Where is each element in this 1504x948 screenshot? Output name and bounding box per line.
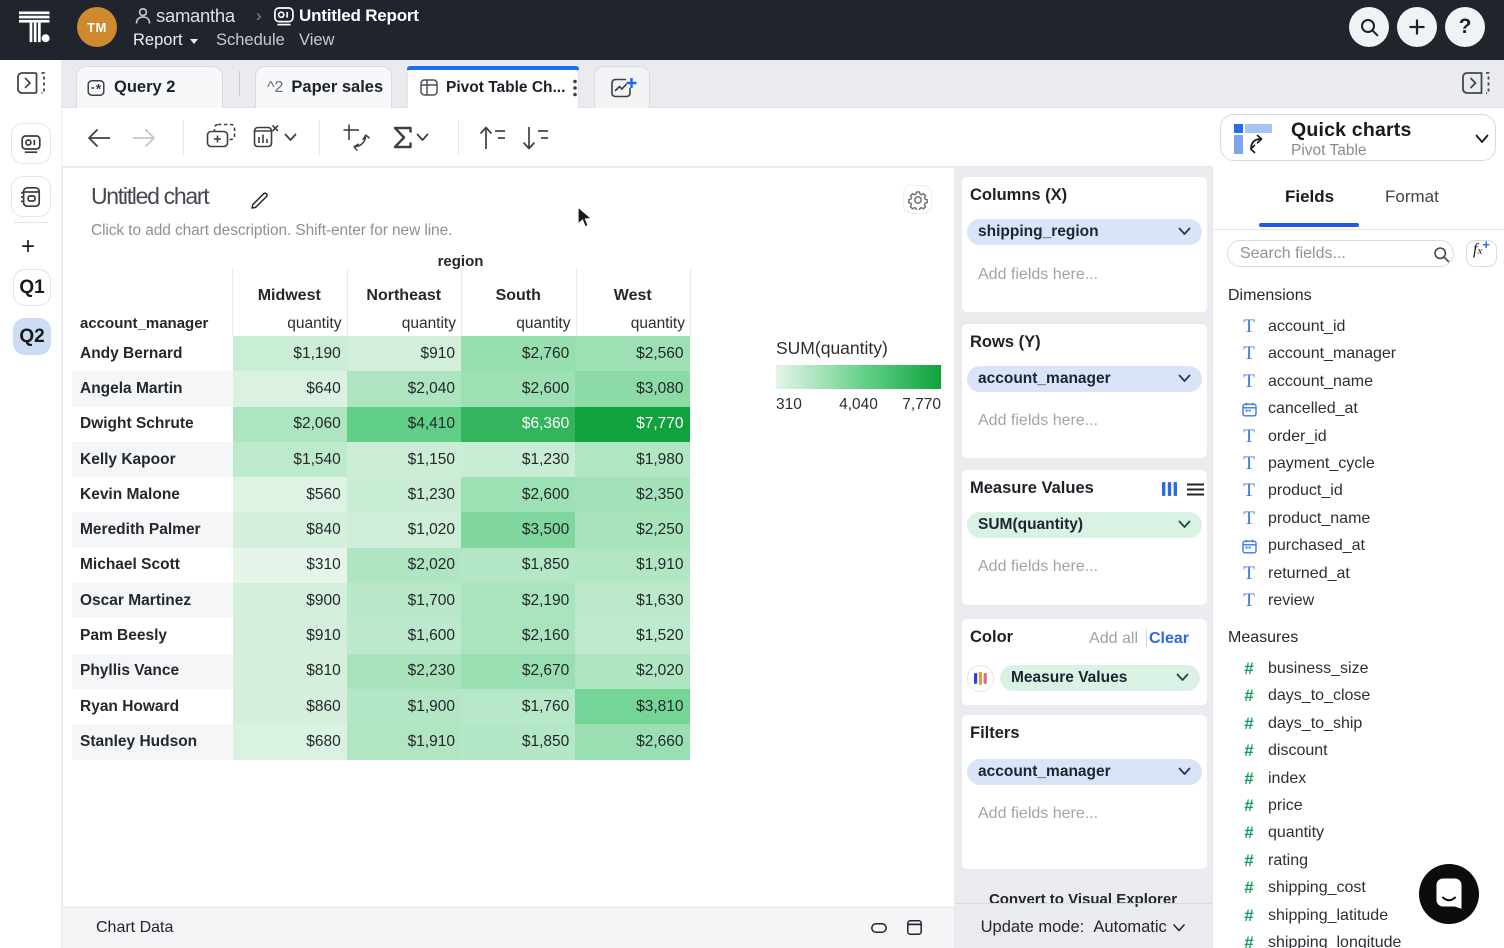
svg-text:*: * <box>96 80 102 96</box>
